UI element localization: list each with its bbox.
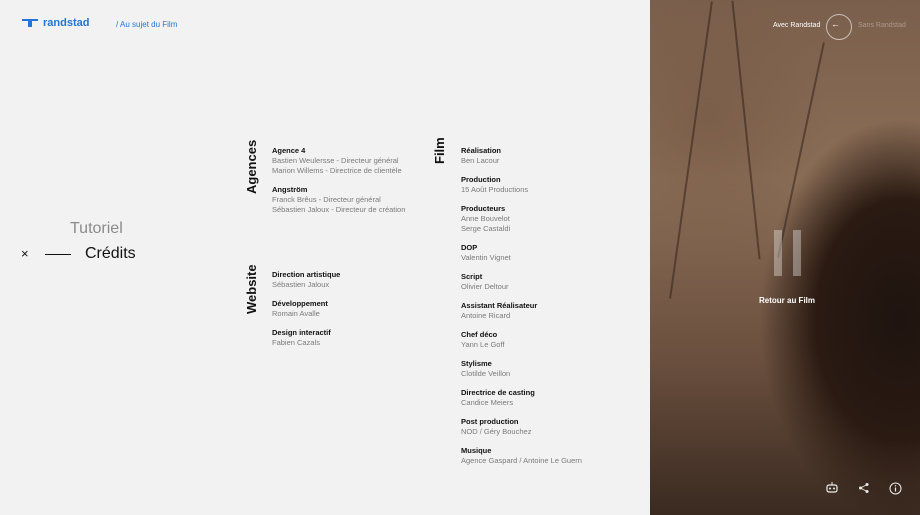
- toggle-avec-label[interactable]: Avec Randstad: [773, 22, 820, 29]
- credit-name: Clotilde Veillon: [461, 369, 511, 378]
- credit-group: Post production NOD / Géry Bouchez: [461, 417, 582, 437]
- credit-role: Musique: [461, 446, 492, 455]
- credit-name: Serge Castaldi: [461, 224, 511, 233]
- credit-group: Agence 4 Bastien Weulersse - Directeur gé…: [272, 146, 405, 176]
- credit-group: Script Olivier Deltour: [461, 272, 582, 292]
- background-tree: [669, 1, 713, 299]
- credit-group: Chef déco Yann Le Goff: [461, 330, 582, 350]
- background-tree: [777, 42, 825, 258]
- credit-group: Producteurs Anne Bouvelot Serge Castaldi: [461, 204, 582, 234]
- credit-group: Développement Romain Avalle: [272, 299, 340, 319]
- credit-group: Stylisme Clotilde Veillon: [461, 359, 582, 379]
- credit-group: Directrice de casting Candice Meiers: [461, 388, 582, 408]
- breadcrumb[interactable]: / Au sujet du Film: [116, 20, 177, 29]
- credit-role: Script: [461, 272, 483, 281]
- agences-list: Agence 4 Bastien Weulersse - Directeur gé…: [272, 146, 405, 224]
- logo-text: randstad: [43, 17, 90, 29]
- credit-name: Olivier Deltour: [461, 282, 509, 291]
- credit-name: Marion Willems - Directrice de clientèle: [272, 166, 402, 175]
- credit-name: Ben Lacour: [461, 156, 500, 165]
- credit-role: Angström: [272, 185, 308, 194]
- credit-role: Production: [461, 175, 501, 184]
- menu-divider: [45, 253, 71, 255]
- credit-role: Design interactif: [272, 328, 331, 337]
- section-heading-film: Film: [432, 137, 447, 164]
- film-list: Réalisation Ben Lacour Production 15 Août P…: [461, 146, 582, 475]
- credit-name: Romain Avalle: [272, 309, 320, 318]
- menu-item-tutoriel[interactable]: Tutoriel: [70, 220, 123, 238]
- credit-name: Franck Brêus - Directeur général: [272, 195, 381, 204]
- randstad-logo-icon: [22, 19, 38, 27]
- credit-role: Producteurs: [461, 204, 506, 213]
- credit-role: Réalisation: [461, 146, 502, 155]
- randstad-logo[interactable]: randstad: [21, 17, 89, 29]
- section-heading-website: Website: [244, 264, 259, 314]
- credit-name: Sébastien Jaloux - Directeur de création: [272, 205, 406, 214]
- credit-role: Post production: [461, 417, 519, 426]
- website-list: Direction artistique Sébastien Jaloux Déve…: [272, 270, 340, 357]
- credit-name: Antoine Ricard: [461, 311, 511, 320]
- credit-group: Design interactif Fabien Cazals: [272, 328, 340, 348]
- close-icon[interactable]: ×: [21, 244, 33, 264]
- retour-button[interactable]: Retour au Film: [759, 296, 815, 305]
- credit-group: Production 15 Août Productions: [461, 175, 582, 195]
- pause-icon[interactable]: [774, 230, 801, 276]
- background-tree: [731, 0, 761, 260]
- credit-role: DOP: [461, 243, 478, 252]
- menu-item-credits[interactable]: Crédits: [85, 245, 136, 263]
- video-panel[interactable]: Avec Randstad ← Sans Randstad Retour au …: [650, 0, 920, 515]
- credit-name: 15 Août Productions: [461, 185, 529, 194]
- credit-role: Assistant Réalisateur: [461, 301, 538, 310]
- credit-name: Agence Gaspard / Antoine Le Guern: [461, 456, 582, 465]
- credit-role: Direction artistique: [272, 270, 341, 279]
- credit-group: DOP Valentin Vignet: [461, 243, 582, 263]
- credit-role: Agence 4: [272, 146, 306, 155]
- credits-panel: randstad / Au sujet du Film Tutoriel × C…: [0, 0, 650, 515]
- credit-group: Direction artistique Sébastien Jaloux: [272, 270, 340, 290]
- credit-name: Fabien Cazals: [272, 338, 320, 347]
- credit-group: Musique Agence Gaspard / Antoine Le Guern: [461, 446, 582, 466]
- section-heading-agences: Agences: [244, 139, 259, 194]
- toggle-sans-label[interactable]: Sans Randstad: [858, 22, 906, 29]
- credit-group: Assistant Réalisateur Antoine Ricard: [461, 301, 582, 321]
- credit-name: Sébastien Jaloux: [272, 280, 330, 289]
- arrow-left-icon: ←: [831, 19, 840, 29]
- credit-name: Candice Meiers: [461, 398, 514, 407]
- credit-group: Réalisation Ben Lacour: [461, 146, 582, 166]
- share-icon[interactable]: [856, 480, 872, 496]
- credit-role: Développement: [272, 299, 328, 308]
- credit-name: Yann Le Goff: [461, 340, 505, 349]
- credit-role: Directrice de casting: [461, 388, 535, 397]
- menu-item-credits-row: × Crédits: [21, 244, 136, 264]
- robot-icon[interactable]: [824, 480, 840, 496]
- credit-group: Angström Franck Brêus - Directeur général…: [272, 185, 405, 215]
- credit-name: Valentin Vignet: [461, 253, 511, 262]
- credit-role: Stylisme: [461, 359, 492, 368]
- credit-name: Anne Bouvelot: [461, 214, 510, 223]
- credit-name: Bastien Weulersse - Directeur général: [272, 156, 399, 165]
- credit-role: Chef déco: [461, 330, 498, 339]
- credit-name: NOD / Géry Bouchez: [461, 427, 532, 436]
- info-icon[interactable]: [887, 480, 903, 496]
